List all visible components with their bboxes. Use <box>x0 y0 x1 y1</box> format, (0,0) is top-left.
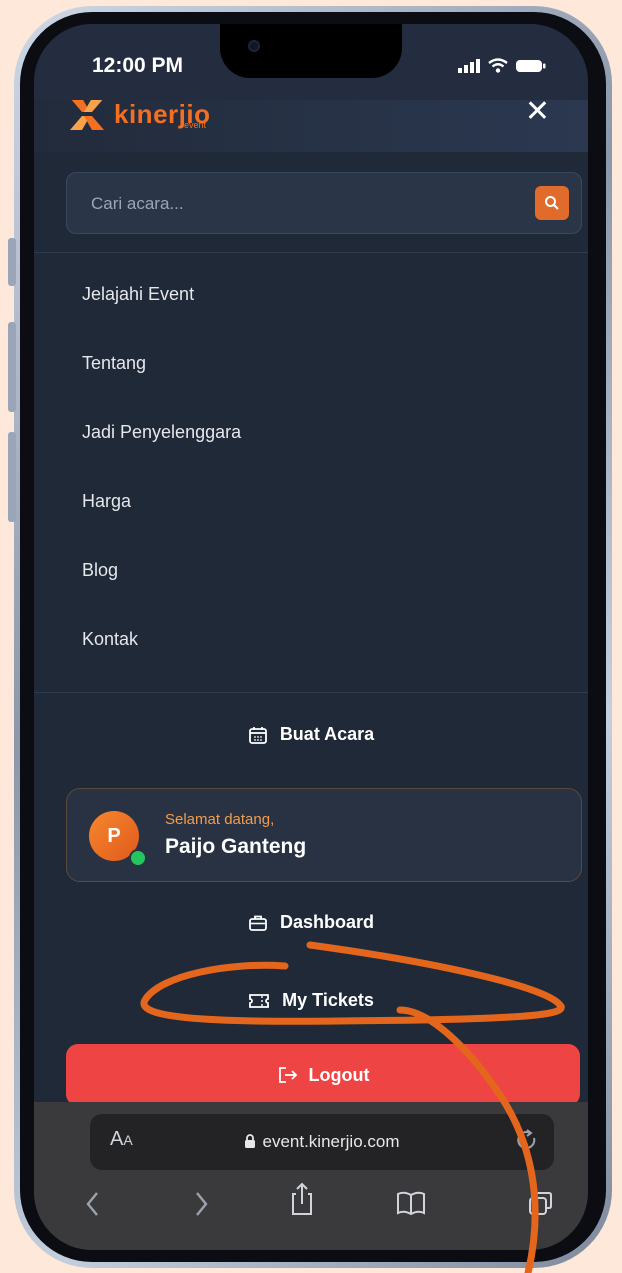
search-section <box>34 152 588 253</box>
mute-switch <box>8 238 16 286</box>
ticket-icon <box>249 993 270 1008</box>
dashboard-link[interactable]: Dashboard <box>34 912 588 933</box>
camera-icon <box>248 40 260 52</box>
my-tickets-label: My Tickets <box>282 990 374 1010</box>
nav-item-kontak[interactable]: Kontak <box>82 605 241 674</box>
share-icon[interactable] <box>290 1182 314 1216</box>
nav-item-jadi-penyelenggara[interactable]: Jadi Penyelenggara <box>82 398 241 467</box>
url-display: event.kinerjio.com <box>90 1132 554 1152</box>
logout-icon <box>278 1067 297 1083</box>
volume-down-button <box>8 432 16 522</box>
nav-menu: Jelajahi Event Tentang Jadi Penyelenggar… <box>82 260 241 674</box>
create-event-label: Buat Acara <box>279 724 375 744</box>
create-event-button[interactable]: Buat Acara <box>34 724 588 745</box>
volume-up-button <box>8 322 16 412</box>
nav-item-jelajahi-event[interactable]: Jelajahi Event <box>82 260 241 329</box>
search-button[interactable] <box>535 186 569 220</box>
nav-item-blog[interactable]: Blog <box>82 536 241 605</box>
url-text: event.kinerjio.com <box>262 1132 400 1151</box>
back-icon[interactable] <box>84 1190 102 1218</box>
reload-icon[interactable] <box>514 1126 540 1156</box>
phone-screen: 12:00 PM kinerjio event ✕ Cari acara... … <box>34 24 588 1250</box>
my-tickets-link[interactable]: My Tickets <box>34 990 588 1011</box>
menu-divider <box>34 692 588 693</box>
search-icon <box>545 196 559 210</box>
address-bar[interactable]: AA event.kinerjio.com <box>90 1114 554 1170</box>
logo-icon <box>70 98 104 130</box>
dashboard-icon <box>249 915 267 931</box>
logo-subtext: event <box>184 120 207 130</box>
logout-label: Logout <box>308 1064 370 1085</box>
logout-button[interactable]: Logout <box>66 1044 580 1106</box>
online-status-indicator <box>129 849 147 867</box>
welcome-greeting: Selamat datang, <box>165 811 275 828</box>
battery-icon <box>516 59 546 72</box>
status-time: 12:00 PM <box>92 54 184 77</box>
browser-bar: AA event.kinerjio.com <box>34 1102 588 1250</box>
status-icons <box>458 58 546 73</box>
search-input[interactable] <box>89 173 513 235</box>
user-name: Paijo Ganteng <box>165 835 307 858</box>
signal-icon <box>458 58 480 73</box>
user-card[interactable]: P Selamat datang, Paijo Ganteng <box>66 788 582 882</box>
lock-icon <box>245 1134 256 1148</box>
forward-icon[interactable] <box>192 1190 210 1218</box>
nav-item-harga[interactable]: Harga <box>82 467 241 536</box>
dashboard-label: Dashboard <box>279 912 375 932</box>
wifi-icon <box>488 58 508 73</box>
nav-item-tentang[interactable]: Tentang <box>82 329 241 398</box>
bookmarks-icon[interactable] <box>396 1190 426 1216</box>
calendar-icon <box>248 726 267 744</box>
tabs-icon[interactable] <box>528 1190 556 1218</box>
browser-toolbar <box>34 1182 588 1240</box>
notch <box>220 24 402 78</box>
search-box <box>66 172 582 235</box>
